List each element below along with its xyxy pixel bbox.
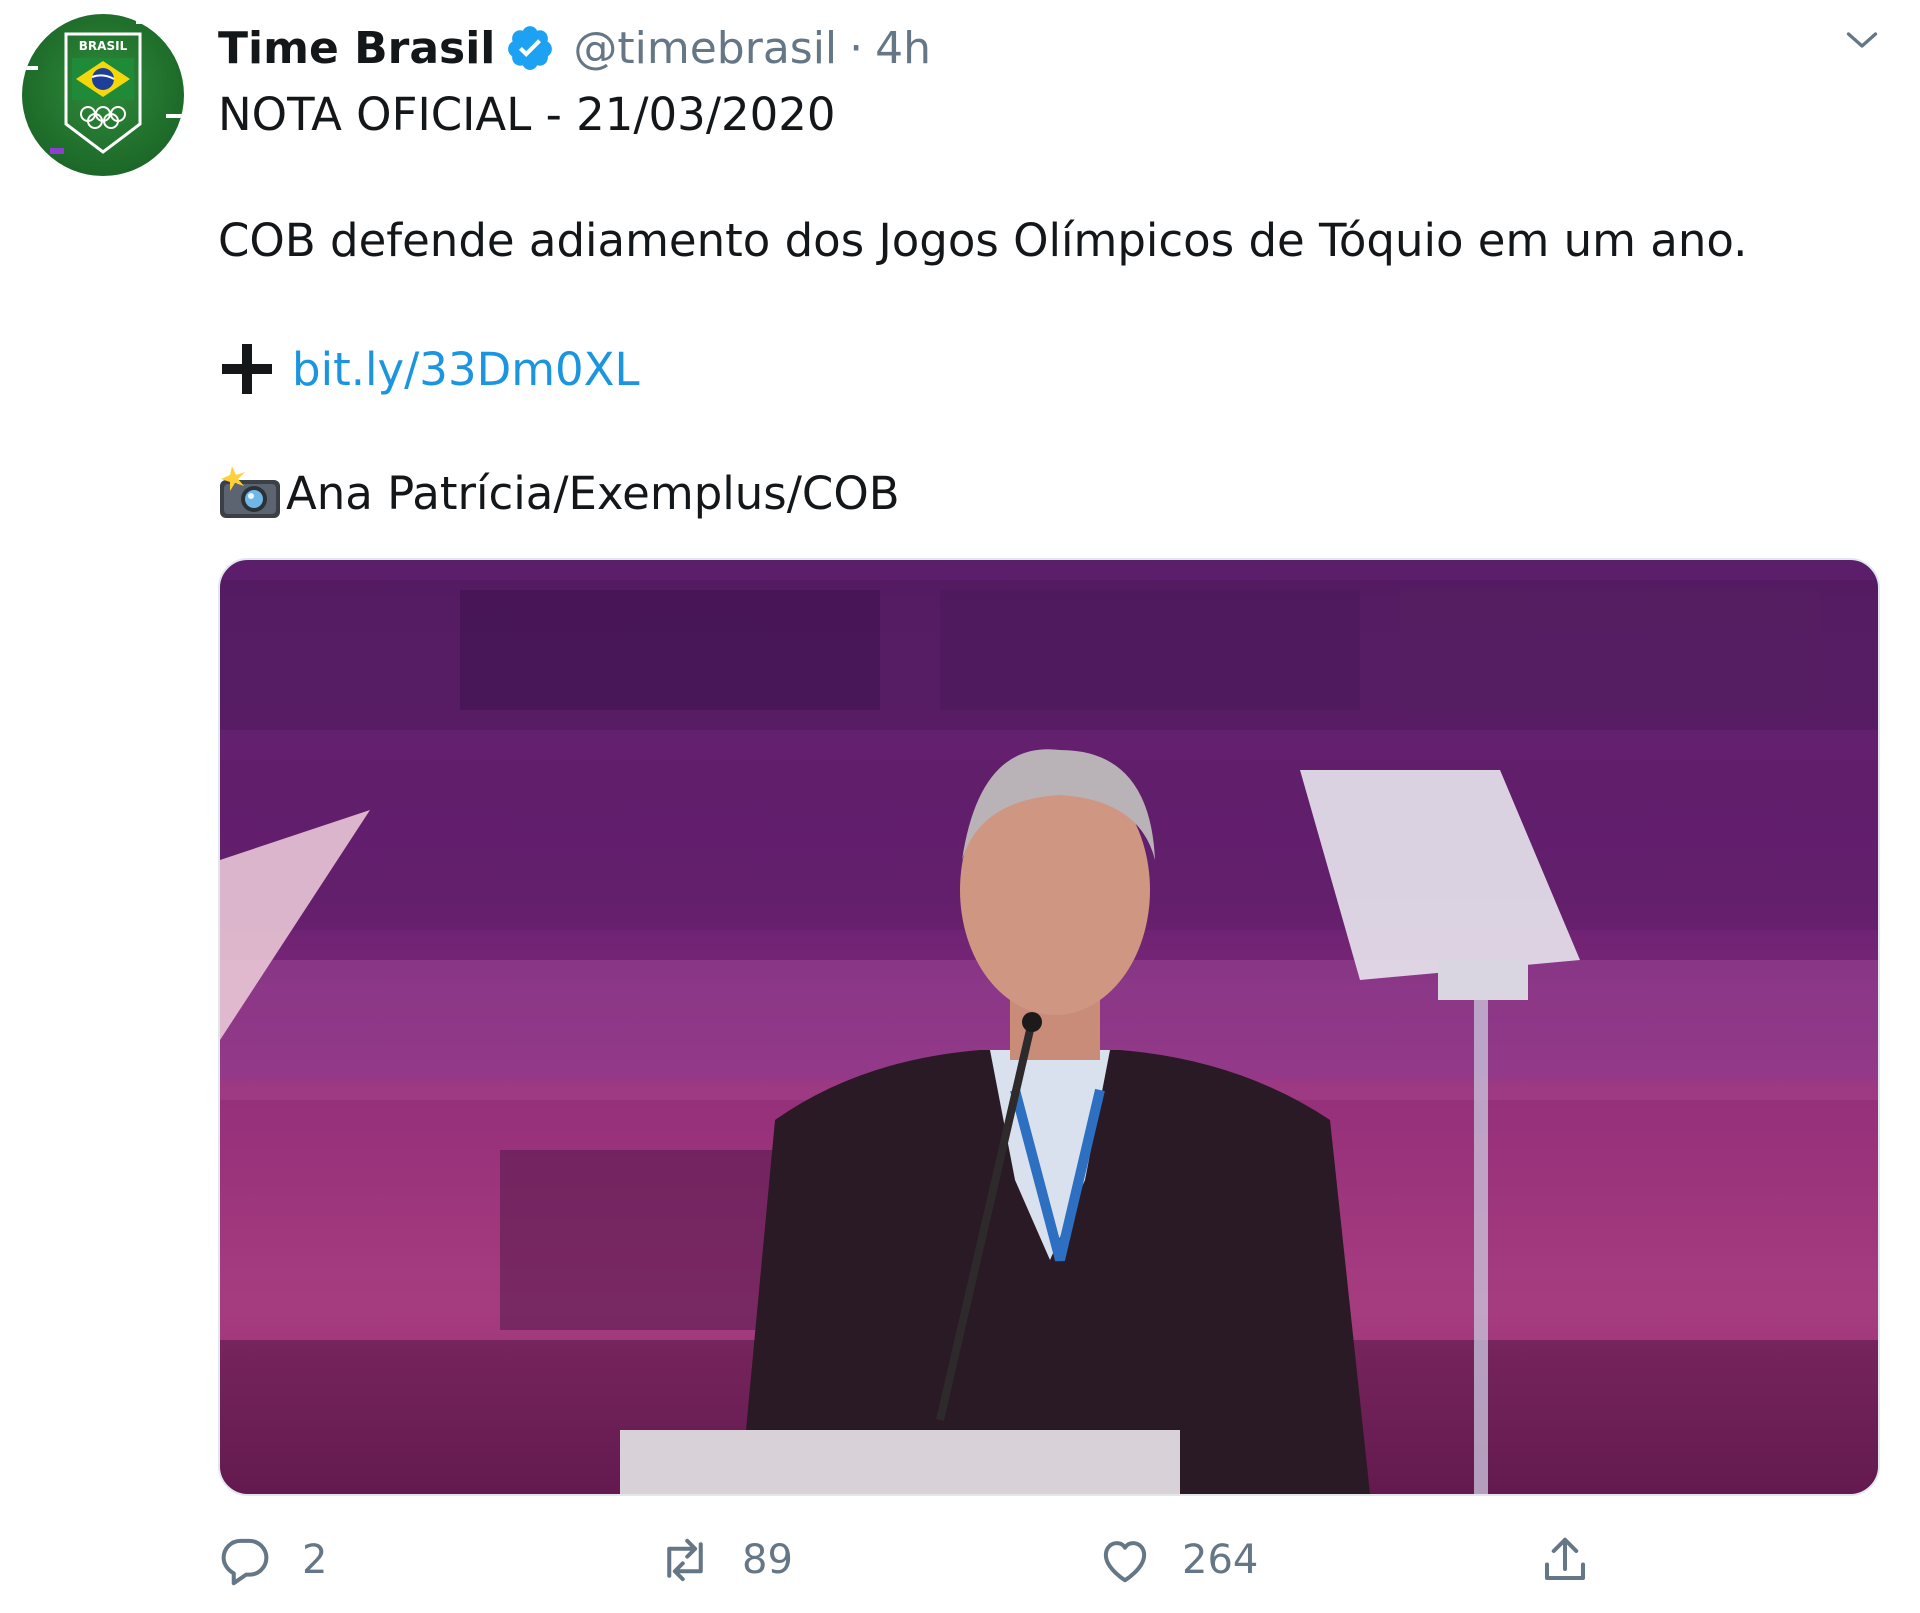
tweet-actions: 2 89 264: [218, 1520, 1598, 1600]
tweet-text-line: NOTA OFICIAL - 21/03/2020: [218, 88, 836, 141]
tweet-link-line: bit.ly/33Dm0XL: [218, 340, 640, 398]
share-button[interactable]: [1538, 1520, 1622, 1600]
tweet-header: Time Brasil @timebrasil · 4h: [218, 18, 931, 78]
retweet-count: 89: [742, 1537, 793, 1583]
heart-icon: [1103, 1541, 1147, 1583]
heavy-plus-icon: [222, 344, 272, 394]
tweet-text-line: COB defende adiamento dos Jogos Olímpico…: [218, 214, 1748, 267]
display-name[interactable]: Time Brasil: [218, 23, 495, 74]
photo-credit-line: Ana Patrícia/Exemplus/COB: [218, 466, 900, 520]
avatar[interactable]: BRASIL: [22, 14, 184, 176]
retweet-button[interactable]: 89: [658, 1520, 793, 1600]
reply-count: 2: [302, 1537, 328, 1583]
user-handle[interactable]: @timebrasil: [573, 23, 837, 74]
like-count: 264: [1182, 1537, 1259, 1583]
photo-speaker-podium-icon: [220, 580, 1878, 1494]
retweet-icon: [667, 1538, 703, 1582]
verified-badge-icon: [508, 26, 553, 70]
tweet-timestamp[interactable]: 4h: [875, 23, 931, 74]
separator-dot: ·: [849, 22, 864, 74]
photo-credit: Ana Patrícia/Exemplus/COB: [286, 466, 900, 520]
chevron-down-icon[interactable]: [1844, 22, 1880, 58]
brasil-olympic-logo-icon: BRASIL: [64, 32, 142, 154]
tweet-photo[interactable]: [218, 558, 1880, 1496]
reply-button[interactable]: 2: [218, 1520, 327, 1600]
reply-icon: [221, 1538, 269, 1586]
camera-flash-icon: [220, 466, 280, 518]
share-icon: [1544, 1537, 1586, 1581]
tweet-link[interactable]: bit.ly/33Dm0XL: [292, 343, 640, 396]
like-button[interactable]: 264: [1098, 1520, 1258, 1600]
avatar-text: BRASIL: [79, 39, 128, 53]
